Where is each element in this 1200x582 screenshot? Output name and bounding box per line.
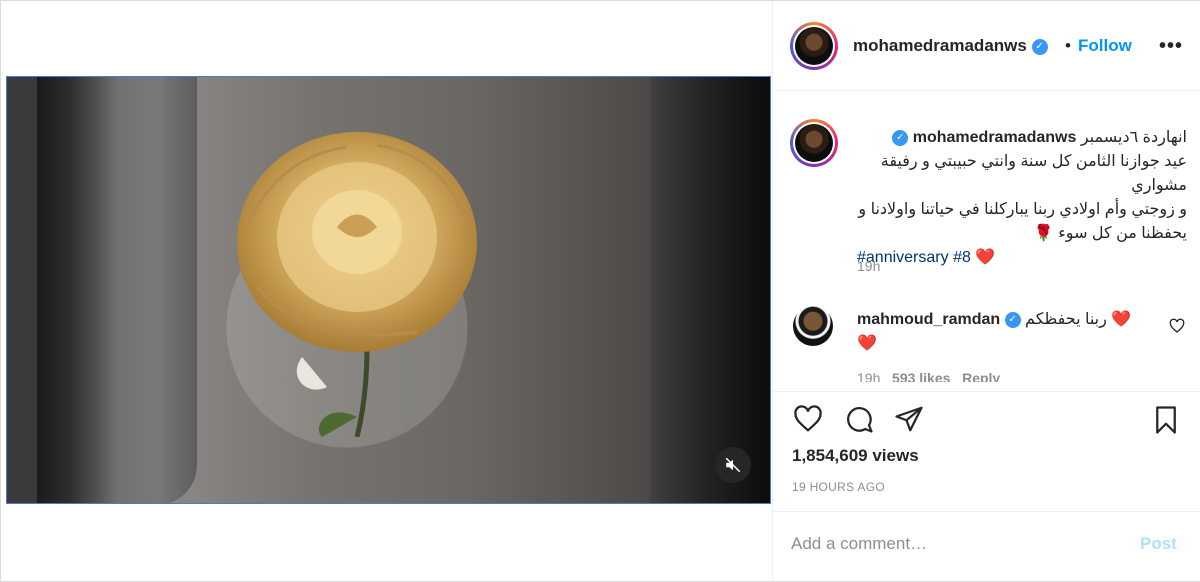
- views-count[interactable]: 1,854,609 views: [792, 446, 919, 466]
- comments-list[interactable]: انهاردة ٦ديسمبر mohamedramadanws ✓ عيد ج…: [773, 92, 1200, 382]
- caption-avatar[interactable]: [790, 119, 838, 167]
- comment-avatar[interactable]: [793, 306, 833, 346]
- glass-dome-right: [650, 77, 770, 503]
- verified-badge-icon: ✓: [1004, 311, 1021, 328]
- golden-rose-image: [237, 132, 477, 437]
- caption-text-line1: انهاردة ٦ديسمبر: [1080, 129, 1187, 146]
- author-username[interactable]: mohamedramadanws ✓: [853, 36, 1048, 56]
- comment-input[interactable]: [791, 532, 1121, 556]
- like-heart-icon[interactable]: [792, 404, 824, 434]
- comment-likes[interactable]: 593 likes: [892, 370, 950, 382]
- comment-text: ربنا يحفظكم: [1025, 311, 1107, 328]
- caption-text-line2: عيد جوازنا الثامن كل سنة وانتي حبيبتي و …: [880, 153, 1187, 194]
- reply-button[interactable]: Reply: [962, 370, 1000, 382]
- follow-button[interactable]: Follow: [1078, 36, 1132, 56]
- comment-time[interactable]: 19h: [857, 370, 880, 382]
- post-frame: mohamedramadanws ✓ • Follow ••• انهاردة …: [0, 0, 1200, 582]
- comment-username[interactable]: mahmoud_ramdan: [857, 311, 1000, 328]
- comment-meta: 19h 593 likes Reply: [857, 370, 1000, 382]
- caption-username[interactable]: mohamedramadanws: [913, 129, 1077, 146]
- add-comment-bar: Post: [773, 511, 1200, 581]
- post-header: mohamedramadanws ✓ • Follow •••: [773, 1, 1200, 91]
- separator-dot: •: [1065, 36, 1071, 55]
- caption-time[interactable]: 19h: [857, 258, 880, 274]
- glass-dome-left: [37, 77, 197, 503]
- share-paper-plane-icon[interactable]: [893, 404, 925, 434]
- more-options-icon[interactable]: •••: [1159, 35, 1183, 58]
- comment-item: mahmoud_ramdan ✓ ربنا يحفظكم ❤️ ❤️: [857, 308, 1157, 356]
- hashtag-suffix[interactable]: #8: [953, 249, 971, 266]
- save-bookmark-icon[interactable]: [1151, 404, 1181, 436]
- post-timestamp[interactable]: 19 HOURS AGO: [792, 480, 885, 494]
- media-column: [1, 1, 772, 581]
- like-comment-heart-icon[interactable]: [1169, 318, 1185, 334]
- post-comment-button[interactable]: Post: [1140, 534, 1177, 554]
- author-avatar[interactable]: [790, 22, 838, 70]
- caption-text-line3: و زوجتي وأم اولادي ربنا يباركلنا في حيات…: [858, 201, 1187, 218]
- heart-emoji: ❤️: [975, 249, 996, 266]
- comment-heart-emoji: ❤️: [1111, 311, 1132, 328]
- comment-heart-emoji-2: ❤️: [857, 335, 877, 352]
- post-video[interactable]: [6, 76, 771, 504]
- verified-badge-icon: ✓: [1031, 38, 1048, 55]
- mute-button[interactable]: [715, 447, 751, 483]
- caption: انهاردة ٦ديسمبر mohamedramadanws ✓ عيد ج…: [857, 126, 1187, 270]
- speaker-muted-icon: [725, 457, 741, 473]
- rose-emoji: 🌹: [1033, 225, 1054, 242]
- verified-badge-icon: ✓: [892, 129, 909, 146]
- post-sidebar: mohamedramadanws ✓ • Follow ••• انهاردة …: [772, 1, 1200, 581]
- comment-bubble-icon[interactable]: [843, 404, 875, 434]
- caption-text-line4: يحفظنا من كل سوء: [1058, 225, 1187, 242]
- post-actions: 1,854,609 views 19 HOURS AGO: [773, 391, 1200, 511]
